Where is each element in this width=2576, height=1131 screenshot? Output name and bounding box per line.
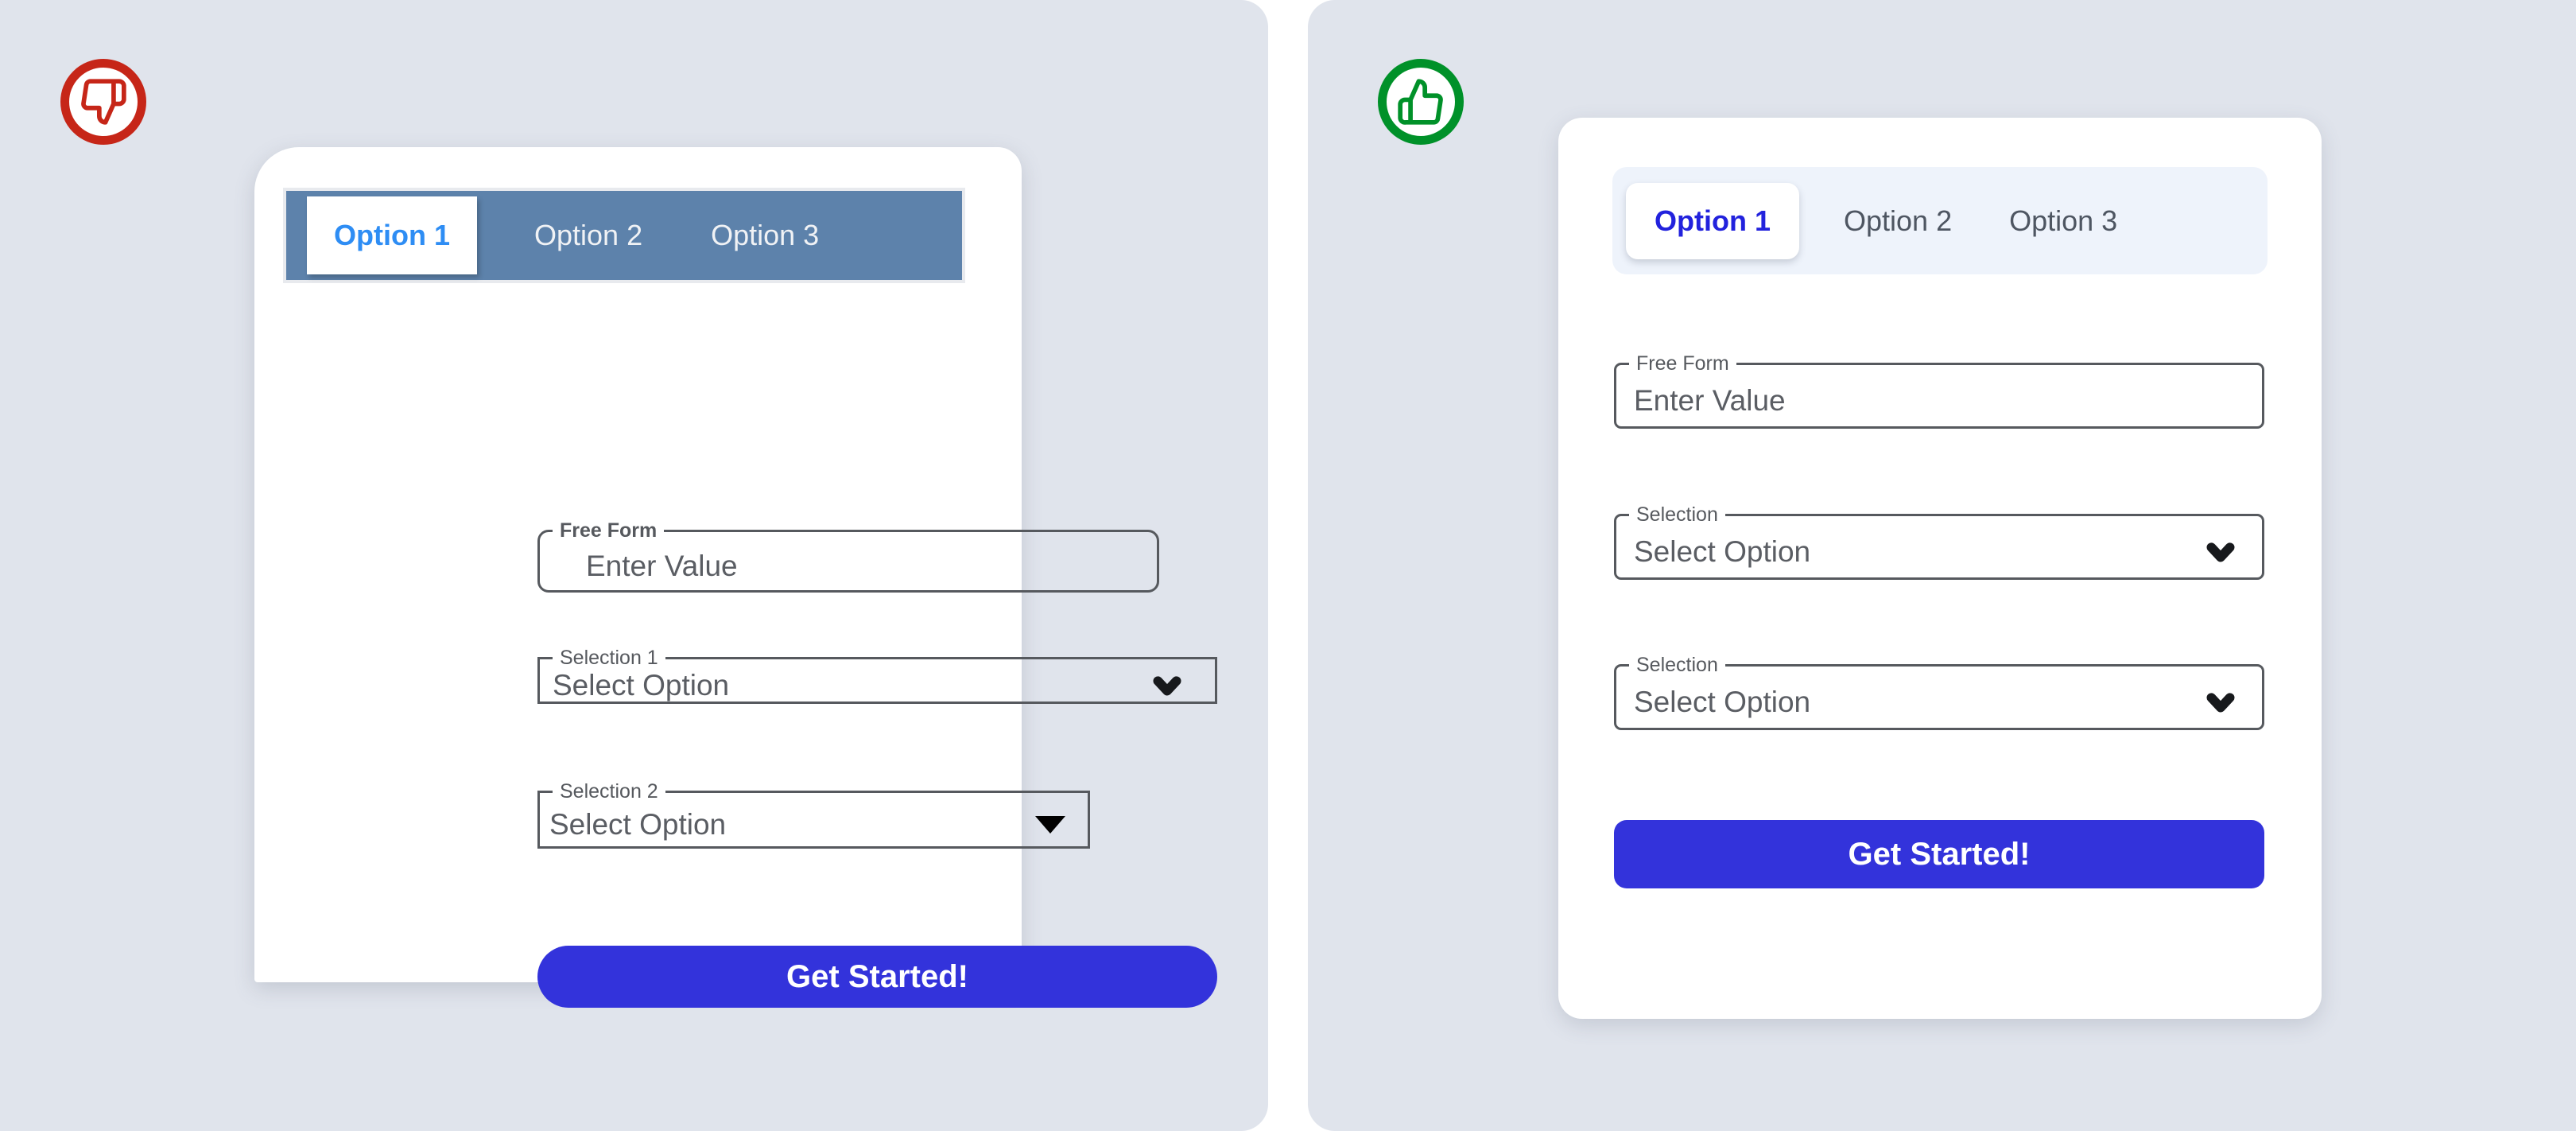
good-selection-2-field[interactable]: Selection Select Option xyxy=(1614,654,2264,730)
triangle-down-icon[interactable] xyxy=(1035,816,1065,834)
good-tab-option-3[interactable]: Option 3 xyxy=(2009,204,2117,238)
bad-free-form-value: Enter Value xyxy=(586,550,738,582)
good-free-form-label: Free Form xyxy=(1636,352,1729,375)
good-selection-1-field[interactable]: Selection Select Option xyxy=(1614,503,2264,580)
good-tab-option-2[interactable]: Option 2 xyxy=(1844,204,1952,238)
bad-example-panel: Option 1 Option 2 Option 3 Free Form Ent… xyxy=(0,0,1268,1131)
good-free-form-value: Enter Value xyxy=(1634,384,1786,417)
good-selection-2-label: Selection xyxy=(1636,654,1718,676)
bad-tab-option-1[interactable]: Option 1 xyxy=(307,196,477,274)
bad-tab-option-2[interactable]: Option 2 xyxy=(534,219,642,252)
good-selection-2-value: Select Option xyxy=(1634,686,1811,718)
good-selection-1-value: Select Option xyxy=(1634,535,1811,568)
thumbs-up-icon xyxy=(1398,79,1443,125)
chevron-down-icon[interactable] xyxy=(2205,686,2237,718)
bad-free-form-label: Free Form xyxy=(560,519,658,542)
chevron-down-icon[interactable] xyxy=(2205,536,2237,568)
bad-form-card: Option 1 Option 2 Option 3 Free Form Ent… xyxy=(254,147,1217,1008)
bad-selection-2-value: Select Option xyxy=(549,808,727,841)
bad-tab-option-3[interactable]: Option 3 xyxy=(711,219,819,252)
thumbs-down-badge xyxy=(60,59,146,145)
comparison-stage: Option 1 Option 2 Option 3 Free Form Ent… xyxy=(0,0,2576,1131)
good-selection-1-label: Selection xyxy=(1636,503,1718,526)
bad-selection-2-field[interactable]: Selection 2 Select Option xyxy=(537,780,1090,849)
good-form-card: Option 1 Option 2 Option 3 Free Form Ent… xyxy=(1558,118,2322,1019)
good-tab-bar[interactable]: Option 1 Option 2 Option 3 xyxy=(1612,167,2268,274)
good-free-form-field[interactable]: Free Form Enter Value xyxy=(1614,352,2264,429)
chevron-down-icon[interactable] xyxy=(1151,670,1183,702)
bad-selection-1-label: Selection 1 xyxy=(560,647,658,669)
bad-get-started-button[interactable]: Get Started! xyxy=(537,946,1217,1008)
good-example-panel: Option 1 Option 2 Option 3 Free Form Ent… xyxy=(1308,0,2576,1131)
thumbs-up-badge xyxy=(1378,59,1464,145)
bad-tab-bar[interactable]: Option 1 Option 2 Option 3 xyxy=(283,188,965,283)
bad-selection-2-label: Selection 2 xyxy=(560,780,658,803)
bad-selection-1-field[interactable]: Selection 1 Select Option xyxy=(537,647,1217,704)
bad-free-form-field[interactable]: Free Form Enter Value xyxy=(537,519,1159,593)
good-tab-option-1[interactable]: Option 1 xyxy=(1626,182,1799,259)
good-get-started-button[interactable]: Get Started! xyxy=(1614,820,2264,888)
thumbs-down-icon xyxy=(81,79,126,125)
bad-selection-1-value: Select Option xyxy=(553,669,730,702)
